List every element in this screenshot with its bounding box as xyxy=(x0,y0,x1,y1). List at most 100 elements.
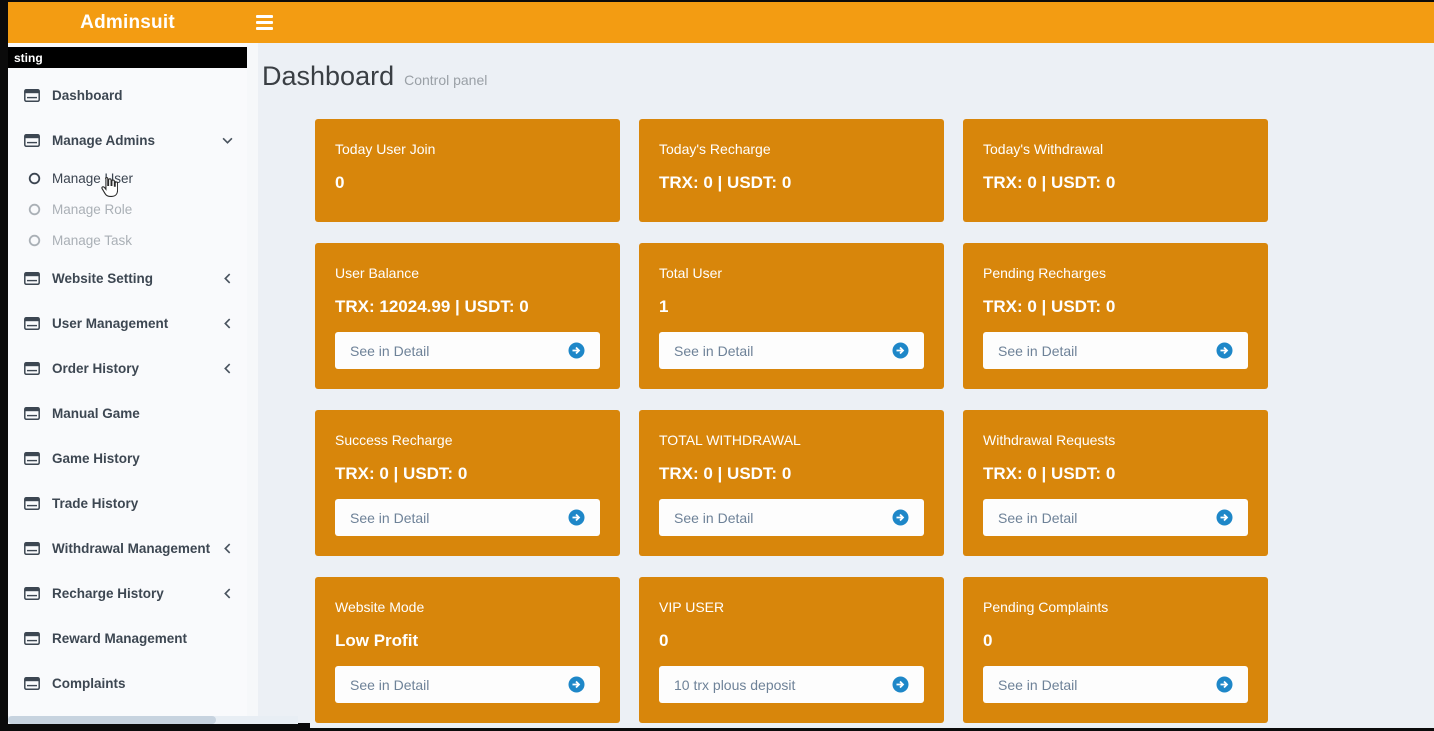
stat-card-today-user-join: Today User Join 0 xyxy=(315,119,620,222)
sidebar-item-dashboard[interactable]: Dashboard xyxy=(8,73,247,118)
sidebar-subitem-manage-user[interactable]: Manage User xyxy=(8,163,247,194)
hamburger-icon[interactable] xyxy=(256,2,290,43)
detail-button-label: 10 trx plous deposit xyxy=(674,677,795,693)
stat-card-pending-complaints: Pending Complaints 0 See in Detail xyxy=(963,577,1268,723)
chevron-icon xyxy=(222,273,233,284)
sidebar-item-label: Website Setting xyxy=(52,271,222,286)
sidebar-item-game-history[interactable]: Game History xyxy=(8,436,247,481)
sidebar-menu: Dashboard Manage Admins Manage User Mana… xyxy=(8,73,247,706)
sidebar-item-label: Order History xyxy=(52,361,222,376)
sidebar-subitem-manage-role[interactable]: Manage Role xyxy=(8,194,247,225)
stat-card-today-s-withdrawal: Today's Withdrawal TRX: 0 | USDT: 0 xyxy=(963,119,1268,222)
card-icon xyxy=(24,317,42,330)
overlay-label: sting xyxy=(8,47,247,68)
sidebar-item-order-history[interactable]: Order History xyxy=(8,346,247,391)
stat-card-grid: Today User Join 0 Today's Recharge TRX: … xyxy=(315,119,1434,723)
see-in-detail-button[interactable]: See in Detail xyxy=(983,332,1248,369)
sidebar-item-label: Game History xyxy=(52,451,233,466)
stat-card-pending-recharges: Pending Recharges TRX: 0 | USDT: 0 See i… xyxy=(963,243,1268,389)
card-icon xyxy=(24,272,42,285)
horizontal-scrollbar xyxy=(8,716,298,724)
stat-card-title: User Balance xyxy=(335,265,600,282)
stat-card-title: VIP USER xyxy=(659,599,924,616)
sidebar-item-label: Trade History xyxy=(52,496,233,511)
sidebar-item-recharge-history[interactable]: Recharge History xyxy=(8,571,247,616)
detail-button-label: See in Detail xyxy=(998,677,1077,693)
brand-logo[interactable]: Adminsuit xyxy=(8,2,247,43)
sidebar-item-reward-management[interactable]: Reward Management xyxy=(8,616,247,661)
sidebar-subitem-manage-task[interactable]: Manage Task xyxy=(8,225,247,256)
arrow-circle-right-icon xyxy=(568,342,585,359)
card-icon xyxy=(24,452,42,465)
circle-icon xyxy=(28,172,43,185)
stat-card-value: 1 xyxy=(659,297,924,317)
stat-card-title: Today's Withdrawal xyxy=(983,141,1248,158)
card-icon xyxy=(24,587,42,600)
arrow-circle-right-icon xyxy=(1216,509,1233,526)
sidebar-item-label: Reward Management xyxy=(52,631,233,646)
see-in-detail-button[interactable]: See in Detail xyxy=(659,332,924,369)
sidebar-item-label: Withdrawal Management xyxy=(52,541,222,556)
see-in-detail-button[interactable]: 10 trx plous deposit xyxy=(659,666,924,703)
sidebar-item-label: Dashboard xyxy=(52,88,233,103)
see-in-detail-button[interactable]: See in Detail xyxy=(983,666,1248,703)
stat-card-value: TRX: 0 | USDT: 0 xyxy=(983,464,1248,484)
page-title: Dashboard xyxy=(262,61,394,92)
stat-card-value: TRX: 0 | USDT: 0 xyxy=(335,464,600,484)
card-icon xyxy=(24,89,42,102)
stat-card-value: TRX: 0 | USDT: 0 xyxy=(983,297,1248,317)
arrow-circle-right-icon xyxy=(1216,342,1233,359)
sidebar-item-website-setting[interactable]: Website Setting xyxy=(8,256,247,301)
arrow-circle-right-icon xyxy=(892,342,909,359)
sidebar-item-withdrawal-management[interactable]: Withdrawal Management xyxy=(8,526,247,571)
card-icon xyxy=(24,677,42,690)
circle-icon xyxy=(28,203,43,216)
content-header: Dashboard Control panel xyxy=(247,43,1434,92)
stat-card-success-recharge: Success Recharge TRX: 0 | USDT: 0 See in… xyxy=(315,410,620,556)
card-icon xyxy=(24,407,42,420)
card-icon xyxy=(24,134,42,147)
stat-card-today-s-recharge: Today's Recharge TRX: 0 | USDT: 0 xyxy=(639,119,944,222)
stat-card-user-balance: User Balance TRX: 12024.99 | USDT: 0 See… xyxy=(315,243,620,389)
chevron-icon xyxy=(222,543,233,554)
see-in-detail-button[interactable]: See in Detail xyxy=(335,499,600,536)
stat-card-title: Total User xyxy=(659,265,924,282)
sidebar-item-manage-admins[interactable]: Manage Admins xyxy=(8,118,247,163)
stat-card-total-withdrawal: TOTAL WITHDRAWAL TRX: 0 | USDT: 0 See in… xyxy=(639,410,944,556)
sidebar-item-trade-history[interactable]: Trade History xyxy=(8,481,247,526)
see-in-detail-button[interactable]: See in Detail xyxy=(983,499,1248,536)
sidebar-item-label: Manage Admins xyxy=(52,133,222,148)
stat-card-title: Website Mode xyxy=(335,599,600,616)
stat-card-value: TRX: 0 | USDT: 0 xyxy=(983,173,1248,193)
sidebar-item-complaints[interactable]: Complaints xyxy=(8,661,247,706)
stat-card-value: TRX: 12024.99 | USDT: 0 xyxy=(335,297,600,317)
arrow-circle-right-icon xyxy=(568,509,585,526)
sidebar-subitem-label: Manage User xyxy=(52,171,133,186)
card-icon xyxy=(24,542,42,555)
chevron-icon xyxy=(222,318,233,329)
arrow-circle-right-icon xyxy=(892,509,909,526)
arrow-circle-right-icon xyxy=(892,676,909,693)
stat-card-value: 0 xyxy=(659,631,924,651)
see-in-detail-button[interactable]: See in Detail xyxy=(335,666,600,703)
stat-card-title: Today User Join xyxy=(335,141,600,158)
sidebar-item-user-management[interactable]: User Management xyxy=(8,301,247,346)
stat-card-total-user: Total User 1 See in Detail xyxy=(639,243,944,389)
stat-card-title: Withdrawal Requests xyxy=(983,432,1248,449)
sidebar-item-label: Recharge History xyxy=(52,586,222,601)
see-in-detail-button[interactable]: See in Detail xyxy=(335,332,600,369)
detail-button-label: See in Detail xyxy=(350,343,429,359)
hamburger-bars xyxy=(256,15,273,30)
card-icon xyxy=(24,497,42,510)
detail-button-label: See in Detail xyxy=(350,677,429,693)
chevron-icon xyxy=(222,135,233,146)
arrow-circle-right-icon xyxy=(1216,676,1233,693)
sidebar-item-manual-game[interactable]: Manual Game xyxy=(8,391,247,436)
sidebar: sting Dashboard Manage Admins xyxy=(8,43,247,716)
detail-button-label: See in Detail xyxy=(674,343,753,359)
app-window: Adminsuit sting Dashboard Mana xyxy=(0,0,1434,731)
see-in-detail-button[interactable]: See in Detail xyxy=(659,499,924,536)
sidebar-vertical-scrollbar[interactable] xyxy=(247,43,258,723)
horizontal-scrollbar-thumb[interactable] xyxy=(8,716,216,724)
stat-card-title: Pending Recharges xyxy=(983,265,1248,282)
